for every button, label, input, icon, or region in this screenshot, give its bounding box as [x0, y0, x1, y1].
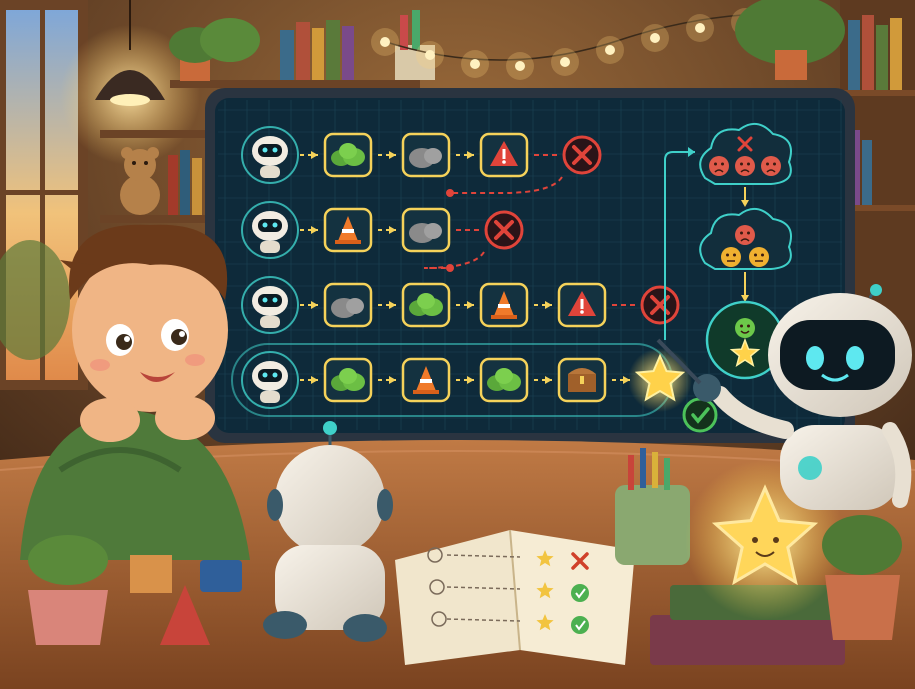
bush-icon [323, 357, 373, 403]
teddy-bear [120, 147, 160, 215]
check-icon [571, 616, 589, 634]
sad-face-icon [761, 156, 781, 176]
light-bulb-icon [560, 57, 570, 67]
check-icon [571, 584, 589, 602]
bush-icon [323, 132, 373, 178]
left-hand [80, 398, 140, 442]
rock-icon [401, 132, 451, 178]
light-bulb-icon [470, 59, 480, 69]
happy-face-icon [735, 318, 755, 338]
neutral-face-icon [749, 247, 769, 267]
light-bulb-icon [425, 50, 435, 60]
fail-x-icon [640, 285, 680, 325]
right-hand [155, 396, 215, 440]
star-icon [628, 348, 692, 412]
success-check-icon [682, 397, 718, 433]
illustration-scene [0, 0, 915, 689]
rock-icon [323, 282, 373, 328]
traffic-cone-icon [479, 282, 529, 328]
cylinder-block [200, 560, 242, 592]
light-bulb-icon [650, 33, 660, 43]
desk-plant-right [822, 515, 902, 640]
desk-plant-left [28, 535, 108, 645]
light-bulb-icon [695, 23, 705, 33]
warning-icon [557, 282, 607, 328]
robot-body [780, 425, 900, 510]
neutral-face-icon [721, 247, 741, 267]
sad-face-icon [735, 225, 755, 245]
light-bulb-icon [380, 37, 390, 47]
rock-icon [401, 207, 451, 253]
fail-x-icon [562, 135, 602, 175]
treasure-chest-icon [557, 357, 607, 403]
scene-artwork [0, 0, 915, 689]
light-bulb-icon [605, 45, 615, 55]
warning-icon [479, 132, 529, 178]
traffic-cone-icon [401, 357, 451, 403]
sad-face-icon [709, 156, 729, 176]
fail-x-icon [484, 210, 524, 250]
bush-icon [479, 357, 529, 403]
star-block [130, 555, 172, 593]
light-bulb-icon [515, 61, 525, 71]
sad-face-icon [735, 156, 755, 176]
traffic-cone-icon [323, 207, 373, 253]
bush-icon [401, 282, 451, 328]
